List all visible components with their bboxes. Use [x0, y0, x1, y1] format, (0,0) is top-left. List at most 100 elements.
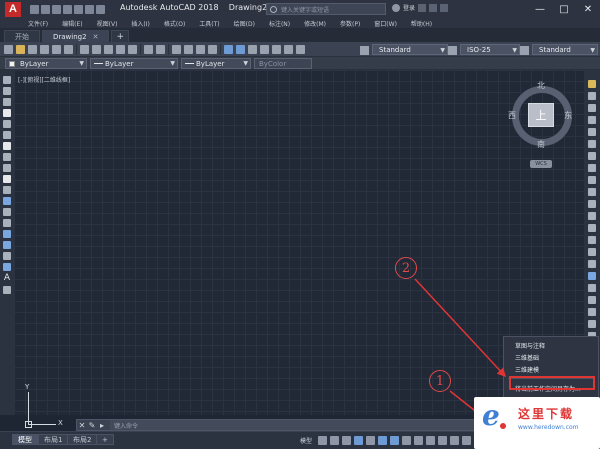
- menu-item-drafting-annotation[interactable]: 草图与注释: [504, 339, 598, 351]
- wrench-icon[interactable]: ✎: [87, 420, 97, 430]
- stretch-icon[interactable]: [588, 176, 596, 184]
- match-properties-icon[interactable]: [116, 44, 125, 54]
- tool-palettes-icon[interactable]: [248, 44, 257, 54]
- properties-icon[interactable]: [224, 44, 233, 54]
- gradient-icon[interactable]: [3, 241, 11, 249]
- maximize-button[interactable]: □: [552, 0, 576, 18]
- close-tab-icon[interactable]: ✕: [93, 33, 99, 41]
- region-icon[interactable]: [3, 252, 11, 260]
- markup-icon[interactable]: [272, 44, 281, 54]
- linetype-select[interactable]: ByLayer ▼: [90, 58, 178, 69]
- transparency-icon[interactable]: [414, 436, 424, 445]
- polar-icon[interactable]: [354, 436, 364, 445]
- redo-icon[interactable]: [96, 4, 105, 14]
- break-icon[interactable]: [588, 224, 596, 232]
- menu-format[interactable]: 格式(O): [164, 19, 185, 28]
- viewcube-west[interactable]: 西: [508, 110, 516, 121]
- cut-icon[interactable]: [80, 44, 89, 54]
- annotation-scale-icon[interactable]: [438, 436, 448, 445]
- blend-curves-icon[interactable]: [588, 272, 596, 280]
- zoom-realtime-icon[interactable]: [184, 44, 193, 54]
- help-icon[interactable]: [440, 3, 449, 12]
- array-icon[interactable]: [588, 128, 596, 136]
- copy-icon[interactable]: [92, 44, 101, 54]
- viewcube-south[interactable]: 南: [537, 139, 545, 150]
- print-icon[interactable]: [74, 4, 83, 14]
- tab-start[interactable]: 开始: [4, 30, 40, 42]
- revision-cloud-icon[interactable]: [3, 153, 11, 161]
- color-select[interactable]: ByLayer ▼: [5, 58, 87, 69]
- isodraft-icon[interactable]: [366, 436, 376, 445]
- copy-object-icon[interactable]: [588, 92, 596, 100]
- menu-item-3d-basics[interactable]: 三维基础: [504, 351, 598, 363]
- autodesk-a360-icon[interactable]: [429, 3, 438, 12]
- grid-icon[interactable]: [318, 436, 328, 445]
- viewcube-east[interactable]: 东: [564, 110, 572, 121]
- pan-icon[interactable]: [172, 44, 181, 54]
- add-selected-icon[interactable]: [3, 286, 11, 294]
- modify-extra2-icon[interactable]: [588, 308, 596, 316]
- menu-item-3d-modeling[interactable]: 三维建模: [504, 363, 598, 375]
- point-icon[interactable]: [3, 219, 11, 227]
- circle-icon[interactable]: [3, 142, 11, 150]
- zoom-window-icon[interactable]: [196, 44, 205, 54]
- spline-icon[interactable]: [3, 164, 11, 172]
- ortho-icon[interactable]: [342, 436, 352, 445]
- snap-icon[interactable]: [330, 436, 340, 445]
- drawing-canvas[interactable]: [14, 70, 584, 415]
- recent-commands-icon[interactable]: ▸: [97, 420, 107, 430]
- menu-parametric[interactable]: 参数(P): [340, 19, 360, 28]
- explode-icon[interactable]: [588, 284, 596, 292]
- polygon-icon[interactable]: [3, 109, 11, 117]
- new-icon[interactable]: [4, 44, 13, 54]
- sheet-set-icon[interactable]: [260, 44, 269, 54]
- line-icon[interactable]: [3, 76, 11, 84]
- text-style-select[interactable]: Standard ▼: [360, 44, 448, 55]
- help-icon[interactable]: [296, 44, 305, 54]
- redo-icon[interactable]: [156, 44, 165, 54]
- join-icon[interactable]: [588, 236, 596, 244]
- object-snap-icon[interactable]: [390, 436, 400, 445]
- break-at-point-icon[interactable]: [588, 212, 596, 220]
- wcs-menu-button[interactable]: WCS: [530, 160, 552, 168]
- menu-window[interactable]: 窗口(W): [374, 19, 397, 28]
- auto-scale-icon[interactable]: [462, 436, 472, 445]
- ellipse-icon[interactable]: [3, 175, 11, 183]
- save-icon[interactable]: [52, 4, 61, 14]
- new-file-icon[interactable]: [30, 4, 39, 14]
- open-icon[interactable]: [16, 44, 25, 54]
- selection-cycling-icon[interactable]: [426, 436, 436, 445]
- zoom-previous-icon[interactable]: [208, 44, 217, 54]
- modify-extra-icon[interactable]: [588, 296, 596, 304]
- design-center-icon[interactable]: [236, 44, 245, 54]
- move-icon[interactable]: [588, 140, 596, 148]
- multiline-text-icon[interactable]: A: [4, 274, 10, 283]
- lineweight-select[interactable]: ByLayer ▼: [181, 58, 251, 69]
- preview-icon[interactable]: [52, 44, 61, 54]
- rotate-icon[interactable]: [588, 152, 596, 160]
- polyline-icon[interactable]: [3, 98, 11, 106]
- viewcube-north[interactable]: 北: [537, 80, 545, 91]
- tab-layout1[interactable]: 布局1: [38, 434, 69, 445]
- paste-icon[interactable]: [104, 44, 113, 54]
- scale-icon[interactable]: [588, 164, 596, 172]
- menu-view[interactable]: 视图(V): [97, 19, 118, 28]
- block-editor-icon[interactable]: [128, 44, 137, 54]
- publish-icon[interactable]: [64, 44, 73, 54]
- fillet-icon[interactable]: [588, 260, 596, 268]
- search-input[interactable]: 键入关键字或短语: [266, 3, 386, 15]
- menu-modify[interactable]: 修改(M): [304, 19, 326, 28]
- new-tab-button[interactable]: +: [111, 30, 129, 42]
- command-input[interactable]: 键入命令: [110, 420, 475, 430]
- menu-file[interactable]: 文件(F): [28, 19, 48, 28]
- application-menu-button[interactable]: A: [0, 0, 26, 18]
- trim-icon[interactable]: [588, 188, 596, 196]
- calculator-icon[interactable]: [284, 44, 293, 54]
- tab-model[interactable]: 模型: [12, 434, 38, 445]
- menu-help[interactable]: 帮助(H): [411, 19, 432, 28]
- lineweight-toggle-icon[interactable]: [402, 436, 412, 445]
- open-file-icon[interactable]: [41, 4, 50, 14]
- plot-icon[interactable]: [40, 44, 49, 54]
- sign-in-area[interactable]: 登录: [392, 3, 449, 12]
- hatch-icon[interactable]: [3, 230, 11, 238]
